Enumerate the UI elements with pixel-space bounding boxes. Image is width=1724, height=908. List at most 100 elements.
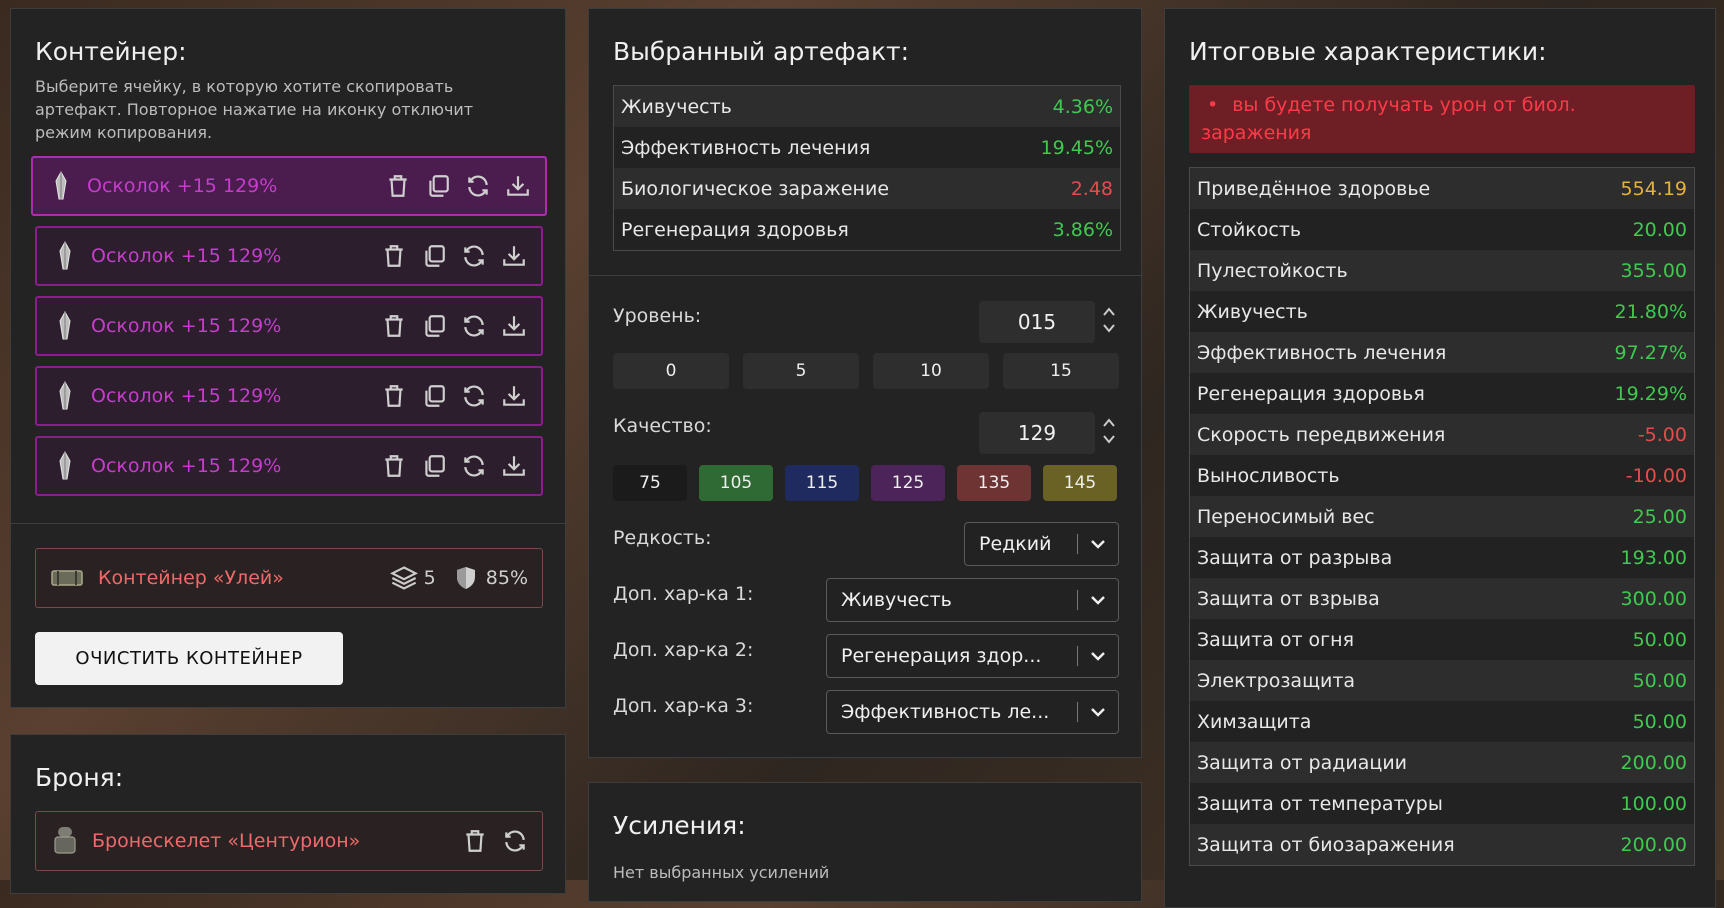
extra2-select[interactable]: Регенерация здор... (826, 634, 1119, 678)
stat-row: Химзащита 50.00 (1190, 701, 1694, 742)
extra3-select[interactable]: Эффективность ле... (826, 690, 1119, 734)
slot-swap-button[interactable] (459, 381, 489, 411)
quality-preset-button[interactable]: 75 (613, 465, 687, 501)
armor-item[interactable]: Бронескелет «Центурион» (35, 811, 543, 871)
download-icon (503, 316, 525, 336)
selected-divider (589, 275, 1143, 276)
armor-panel: Броня: Бронескелет «Центурион» (10, 734, 566, 894)
armor-swap-button[interactable] (500, 826, 530, 856)
stat-name: Биологическое заражение (614, 168, 1002, 209)
slot-copy-button[interactable] (419, 381, 449, 411)
slot-swap-button[interactable] (459, 451, 489, 481)
stat-name: Стойкость (1190, 209, 1573, 250)
level-label: Уровень: (613, 305, 702, 327)
stat-row: Защита от радиации 200.00 (1190, 742, 1694, 783)
extra3-label: Доп. хар-ка 3: (613, 695, 754, 717)
level-input[interactable]: 015 (979, 301, 1095, 343)
level-preset-button[interactable]: 5 (743, 353, 859, 389)
slot-download-button[interactable] (499, 381, 529, 411)
container-slot[interactable]: Осколок +15 129% (35, 296, 543, 356)
quality-preset-button[interactable]: 145 (1043, 465, 1117, 501)
stat-value: 20.00 (1572, 209, 1694, 250)
level-preset-button[interactable]: 0 (613, 353, 729, 389)
slot-label: Осколок +15 129% (87, 175, 278, 197)
slot-label: Осколок +15 129% (91, 455, 282, 477)
stat-name: Живучесть (614, 86, 1002, 127)
clear-container-button[interactable]: ОЧИСТИТЬ КОНТЕЙНЕР (35, 632, 343, 685)
stat-name: Эффективность лечения (614, 127, 1002, 168)
stat-row: Биологическое заражение 2.48 (614, 168, 1120, 209)
quality-preset-button[interactable]: 125 (871, 465, 945, 501)
slot-delete-button[interactable] (383, 171, 413, 201)
stat-value: 50.00 (1572, 701, 1694, 742)
container-slot[interactable]: Осколок +15 129% (35, 436, 543, 496)
extra1-select[interactable]: Живучесть (826, 578, 1119, 622)
slot-label: Осколок +15 129% (91, 385, 282, 407)
stat-value: 3.86% (1001, 209, 1120, 250)
stat-name: Защита от разрыва (1190, 537, 1573, 578)
quality-preset-button[interactable]: 105 (699, 465, 773, 501)
stat-row: Стойкость 20.00 (1190, 209, 1694, 250)
stat-row: Защита от биозаражения 200.00 (1190, 824, 1694, 865)
refresh-icon (464, 315, 484, 337)
selected-stats-table: Живучесть 4.36% Эффективность лечения 19.45… (613, 85, 1121, 251)
slot-delete-button[interactable] (379, 311, 409, 341)
container-protection: 85% (485, 567, 528, 589)
stat-name: Выносливость (1190, 455, 1573, 496)
slot-swap-button[interactable] (459, 241, 489, 271)
level-preset-button[interactable]: 10 (873, 353, 989, 389)
chevron-down-icon (1091, 596, 1105, 605)
chevron-up-icon (1103, 307, 1115, 316)
copy-icon (425, 385, 445, 407)
quality-preset-button[interactable]: 115 (785, 465, 859, 501)
stat-row: Защита от взрыва 300.00 (1190, 578, 1694, 619)
slot-download-button[interactable] (499, 311, 529, 341)
container-slot[interactable]: Осколок +15 129% (35, 366, 543, 426)
artifact-icon (59, 311, 71, 340)
container-item[interactable]: Контейнер «Улей» 5 85% (35, 548, 543, 608)
slot-delete-button[interactable] (379, 241, 409, 271)
slot-download-button[interactable] (499, 451, 529, 481)
copy-icon (429, 175, 449, 197)
level-preset-button[interactable]: 15 (1003, 353, 1119, 389)
extra1-value: Живучесть (841, 589, 952, 611)
chevron-down-icon (1103, 435, 1115, 444)
stat-name: Скорость передвижения (1190, 414, 1573, 455)
slot-download-button[interactable] (499, 241, 529, 271)
quality-input[interactable]: 129 (979, 412, 1095, 454)
quality-spinner[interactable] (1101, 416, 1117, 446)
container-slot[interactable]: Осколок +15 129% (31, 156, 547, 216)
artifact-icon (59, 381, 71, 410)
chevron-down-icon (1091, 540, 1105, 549)
stat-name: Регенерация здоровья (1190, 373, 1573, 414)
stat-row: Выносливость -10.00 (1190, 455, 1694, 496)
trash-icon (385, 315, 403, 337)
stat-row: Живучесть 4.36% (614, 86, 1120, 127)
selected-title: Выбранный артефакт: (613, 37, 910, 66)
stat-value: 300.00 (1572, 578, 1694, 619)
slot-swap-button[interactable] (459, 311, 489, 341)
copy-icon (425, 315, 445, 337)
slot-label: Осколок +15 129% (91, 245, 282, 267)
rarity-select[interactable]: Редкий (964, 522, 1119, 566)
slot-download-button[interactable] (503, 171, 533, 201)
trash-icon (389, 175, 407, 197)
boosts-panel: Усиления: Нет выбранных усилений (588, 782, 1142, 902)
slot-copy-button[interactable] (419, 241, 449, 271)
chevron-down-icon (1091, 708, 1105, 717)
armor-delete-button[interactable] (460, 826, 490, 856)
container-slot[interactable]: Осколок +15 129% (35, 226, 543, 286)
stat-row: Защита от огня 50.00 (1190, 619, 1694, 660)
slot-delete-button[interactable] (379, 381, 409, 411)
slot-delete-button[interactable] (379, 451, 409, 481)
slot-copy-button[interactable] (419, 451, 449, 481)
slot-copy-button[interactable] (423, 171, 453, 201)
download-icon (503, 246, 525, 266)
quality-preset-button[interactable]: 135 (957, 465, 1031, 501)
armor-item-name: Бронескелет «Центурион» (92, 830, 361, 852)
slot-swap-button[interactable] (463, 171, 493, 201)
stat-value: 355.00 (1572, 250, 1694, 291)
slot-copy-button[interactable] (419, 311, 449, 341)
level-spinner[interactable] (1101, 305, 1117, 335)
stat-name: Приведённое здоровье (1190, 168, 1573, 209)
